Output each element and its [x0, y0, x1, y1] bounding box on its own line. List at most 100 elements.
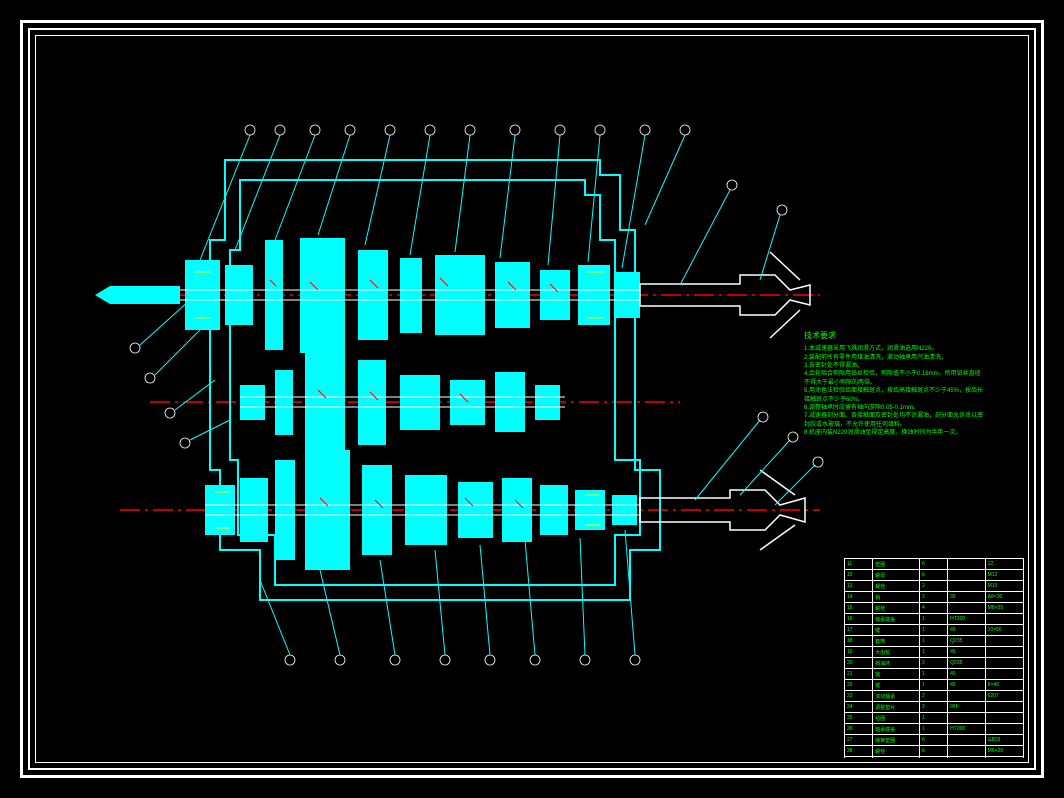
parts-cell: 1 [920, 625, 948, 636]
parts-cell: 2 [920, 592, 948, 603]
parts-row: 11垫圈612 [845, 559, 1024, 570]
parts-cell: 35 [948, 592, 986, 603]
parts-cell: 挡油环 [873, 658, 920, 669]
parts-cell: 45 [948, 647, 986, 658]
title-block: 11垫圈61212螺母6M1213螺栓2M1014销235A8×3015螺栓4M… [844, 558, 1024, 758]
parts-row: 16轴承端盖1HT200 [845, 614, 1024, 625]
parts-cell: 22 [845, 680, 873, 691]
parts-cell: 25 [845, 713, 873, 724]
parts-cell: 销 [873, 592, 920, 603]
parts-cell: HT200 [948, 614, 986, 625]
parts-row: 14销235A8×30 [845, 592, 1024, 603]
parts-cell: 轴承端盖 [873, 614, 920, 625]
parts-cell: 6 [920, 746, 948, 757]
parts-cell: 弹簧垫圈 [873, 735, 920, 746]
parts-cell: 大齿轮 [873, 647, 920, 658]
parts-cell [948, 713, 986, 724]
parts-cell: 6 [920, 735, 948, 746]
parts-row: 27弹簧垫圈6 GB93 [845, 735, 1024, 746]
parts-cell: 12 [845, 570, 873, 581]
parts-cell: 20 [845, 658, 873, 669]
note-line: 4.齿轮啮合侧隙用铅丝检验，侧隙值不小于0.16mm，所用铅丝直径不得大于最小侧… [804, 370, 984, 387]
parts-cell: 12 [985, 559, 1023, 570]
parts-cell: 1 [920, 669, 948, 680]
parts-cell: 6207 [985, 691, 1023, 702]
parts-cell: 18 [845, 636, 873, 647]
parts-cell: 6 [920, 559, 948, 570]
parts-cell: 15 [845, 603, 873, 614]
parts-cell: 轴承端盖 [873, 724, 920, 735]
parts-cell: 21 [845, 669, 873, 680]
parts-cell: 螺母 [873, 570, 920, 581]
parts-cell: A8×30 [985, 592, 1023, 603]
parts-cell: 11 [845, 559, 873, 570]
parts-cell: 45 [948, 625, 986, 636]
header-qty: 数量 [920, 757, 948, 759]
parts-cell [948, 735, 986, 746]
parts-cell: 27 [845, 735, 873, 746]
parts-cell: 键 [873, 680, 920, 691]
note-line: 7.减速器剖分面、各接触面及密封处均不许漏油，剖分面允许涂以密封胶或水玻璃，不允… [804, 412, 984, 429]
parts-cell: 1 [920, 636, 948, 647]
header-name: 名称 [873, 757, 920, 759]
parts-cell: 16 [845, 614, 873, 625]
parts-list: 11垫圈61212螺母6M1213螺栓2M1014销235A8×3015螺栓4M… [844, 558, 1024, 758]
parts-cell: GB93 [985, 735, 1023, 746]
parts-cell: 套筒 [873, 636, 920, 647]
parts-row: 17键14510×56 [845, 625, 1024, 636]
parts-row: 23滚动轴承2 6207 [845, 691, 1024, 702]
parts-cell [948, 559, 986, 570]
parts-cell: 螺栓 [873, 603, 920, 614]
parts-cell [985, 647, 1023, 658]
parts-cell: 6 [920, 570, 948, 581]
parts-cell: 08F [948, 702, 986, 713]
parts-cell: 轴 [873, 669, 920, 680]
parts-cell: Q235 [948, 658, 986, 669]
parts-cell: 1 [920, 647, 948, 658]
parts-cell [985, 658, 1023, 669]
parts-cell [985, 713, 1023, 724]
parts-cell: 45 [948, 680, 986, 691]
parts-cell: 4 [920, 603, 948, 614]
parts-cell: M8×25 [985, 603, 1023, 614]
parts-cell: 调整垫片 [873, 702, 920, 713]
parts-row: 25毡圈1 [845, 713, 1024, 724]
parts-cell: 26 [845, 724, 873, 735]
header-no: 序号 [845, 757, 873, 759]
parts-row: 12螺母6M12 [845, 570, 1024, 581]
parts-row: 20挡油环2Q235 [845, 658, 1024, 669]
parts-cell: 2 [920, 581, 948, 592]
parts-cell: 滚动轴承 [873, 691, 920, 702]
note-line: 5.用涂色法检验齿面接触斑点，按齿高接触斑点不少于45%，按齿长接触斑点不少于6… [804, 387, 984, 404]
parts-cell [948, 746, 986, 757]
parts-row: 28螺栓6 M6×20 [845, 746, 1024, 757]
parts-cell [948, 581, 986, 592]
parts-cell: 14 [845, 592, 873, 603]
parts-cell: Q235 [948, 636, 986, 647]
parts-cell: 23 [845, 691, 873, 702]
parts-cell: 24 [845, 702, 873, 713]
parts-row: 24调整垫片208F [845, 702, 1024, 713]
note-line: 1.本减速器采用飞溅润滑方式，润滑油选用N220。 [804, 345, 984, 353]
parts-cell: M10 [985, 581, 1023, 592]
note-line: 2.装配前所有零件用煤油清洗，滚动轴承用汽油清洗。 [804, 354, 984, 362]
parts-cell: 8×40 [985, 680, 1023, 691]
parts-cell: 螺栓 [873, 746, 920, 757]
parts-row: 18套筒1Q235 [845, 636, 1024, 647]
technical-notes: 技术要求 1.本减速器采用飞溅润滑方式，润滑油选用N220。 2.装配前所有零件… [804, 330, 984, 437]
parts-cell: 19 [845, 647, 873, 658]
note-line: 6.调整轴承时应留有轴向游隙0.05-0.1mm。 [804, 404, 984, 412]
parts-cell: 1 [920, 680, 948, 691]
parts-cell: 2 [920, 691, 948, 702]
parts-cell [985, 724, 1023, 735]
parts-cell: 1 [920, 614, 948, 625]
parts-row: 15螺栓4 M8×25 [845, 603, 1024, 614]
parts-cell: M6×20 [985, 746, 1023, 757]
parts-cell: 28 [845, 746, 873, 757]
parts-row: 26轴承端盖1HT200 [845, 724, 1024, 735]
parts-cell: 13 [845, 581, 873, 592]
parts-row: 13螺栓2M10 [845, 581, 1024, 592]
parts-cell [985, 702, 1023, 713]
parts-cell [985, 636, 1023, 647]
parts-cell: 键 [873, 625, 920, 636]
